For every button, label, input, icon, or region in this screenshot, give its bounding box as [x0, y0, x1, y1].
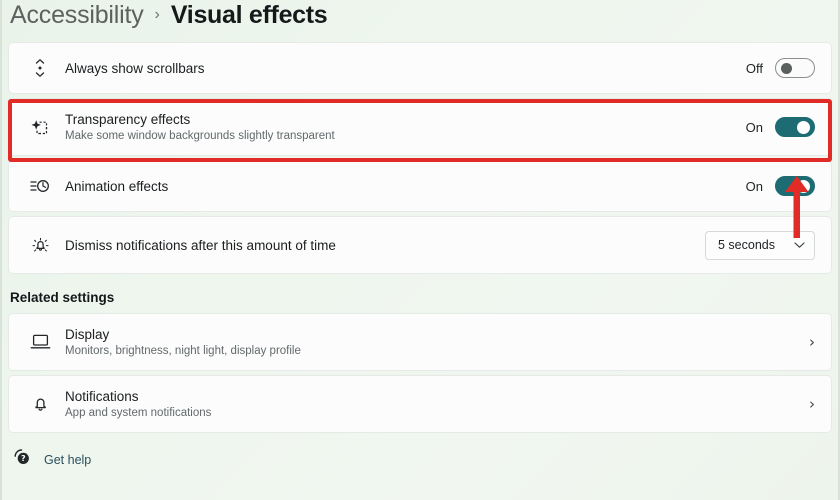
get-help-link[interactable]: ? Get help	[0, 447, 840, 472]
related-item-title: Display	[65, 326, 110, 342]
setting-control-group: On	[746, 117, 815, 137]
setting-control-group: Off	[746, 58, 815, 78]
related-settings-list: Display Monitors, brightness, night ligh…	[0, 313, 840, 433]
breadcrumb: Accessibility › Visual effects	[0, 0, 840, 32]
setting-row-text: Always show scrollbars	[57, 60, 746, 77]
toggle-state-label: On	[745, 119, 763, 135]
settings-page: Accessibility › Visual effects Always sh…	[0, 0, 840, 500]
related-settings-header: Related settings	[10, 290, 115, 305]
setting-row-transparency-effects[interactable]: Transparency effects Make some window ba…	[8, 98, 832, 156]
setting-row-text: Transparency effects Make some window ba…	[57, 111, 746, 144]
related-item-subtitle: Monitors, brightness, night light, displ…	[65, 344, 301, 357]
bell-icon	[23, 394, 57, 414]
setting-row-dismiss-notifications[interactable]: Dismiss notifications after this amount …	[8, 216, 832, 274]
scrollbar-icon	[23, 58, 57, 78]
settings-list: Always show scrollbars Off Transparency …	[0, 42, 840, 274]
setting-title: Dismiss notifications after this amount …	[65, 237, 336, 253]
chevron-right-icon[interactable]: ›	[809, 334, 815, 350]
dropdown-selected-value: 5 seconds	[718, 238, 775, 252]
related-item-control: ›	[809, 334, 815, 350]
setting-title: Transparency effects	[65, 111, 191, 127]
window-left-edge	[0, 0, 2, 500]
setting-row-text: Dismiss notifications after this amount …	[57, 237, 705, 254]
get-help-label: Get help	[44, 452, 92, 467]
always-show-scrollbars-toggle[interactable]	[775, 58, 815, 78]
animation-icon	[23, 177, 57, 195]
related-item-title: Notifications	[65, 388, 139, 404]
related-item-text: Notifications App and system notificatio…	[57, 388, 809, 421]
breadcrumb-root-link[interactable]: Accessibility	[10, 1, 144, 30]
page-title: Visual effects	[170, 0, 328, 29]
setting-title: Animation effects	[65, 178, 169, 194]
toggle-knob	[797, 121, 810, 134]
setting-row-always-show-scrollbars[interactable]: Always show scrollbars Off	[8, 42, 832, 94]
setting-subtitle: Make some window backgrounds slightly tr…	[65, 129, 335, 142]
setting-control-group: On	[746, 176, 815, 196]
monitor-icon	[23, 333, 57, 351]
animation-effects-toggle[interactable]	[775, 176, 815, 196]
chevron-down-icon	[794, 236, 805, 254]
notification-timer-icon	[23, 235, 57, 256]
toggle-state-label: On	[745, 178, 763, 194]
setting-row-text: Animation effects	[57, 178, 746, 195]
related-item-text: Display Monitors, brightness, night ligh…	[57, 326, 809, 359]
toggle-knob	[781, 63, 792, 74]
chevron-right-icon[interactable]: ›	[809, 396, 815, 412]
svg-text:?: ?	[21, 454, 26, 463]
transparency-effects-toggle[interactable]	[775, 117, 815, 137]
get-help-icon: ?	[12, 447, 32, 472]
setting-title: Always show scrollbars	[65, 60, 205, 76]
toggle-state-label: Off	[745, 60, 763, 76]
related-item-control: ›	[809, 396, 815, 412]
dismiss-notifications-dropdown[interactable]: 5 seconds	[705, 230, 815, 260]
related-item-subtitle: App and system notifications	[65, 406, 212, 419]
toggle-knob	[797, 180, 810, 193]
setting-row-animation-effects[interactable]: Animation effects On	[8, 160, 832, 212]
related-item-notifications[interactable]: Notifications App and system notificatio…	[8, 375, 832, 433]
related-item-display[interactable]: Display Monitors, brightness, night ligh…	[8, 313, 832, 371]
setting-control-group: 5 seconds	[705, 230, 815, 260]
transparency-icon	[23, 117, 57, 137]
breadcrumb-separator-icon: ›	[154, 6, 160, 23]
